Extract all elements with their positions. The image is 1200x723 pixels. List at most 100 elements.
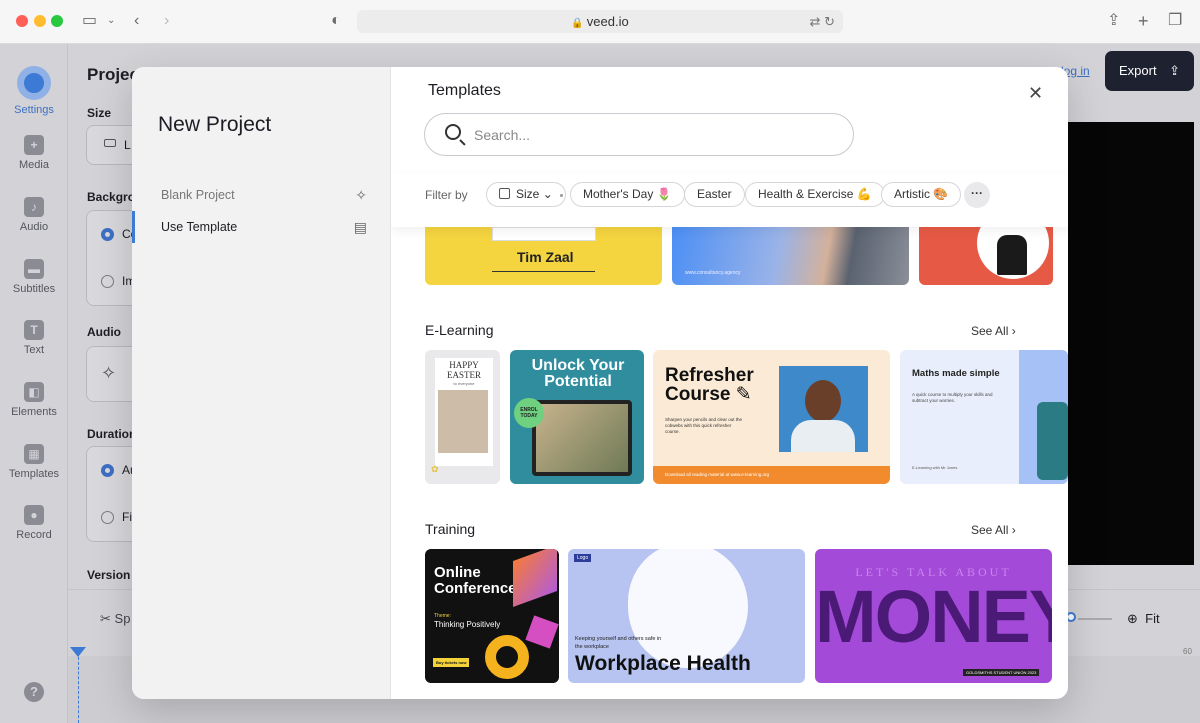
separator-dot (560, 194, 563, 197)
template-card[interactable]: Logo Keeping yourself and others safe in… (568, 549, 805, 683)
rail-templates[interactable]: ▦ Templates (0, 444, 68, 480)
duration-fixed-radio[interactable] (101, 511, 114, 524)
theme-label: Theme: (434, 613, 451, 619)
rail-record[interactable]: ● Record (0, 505, 68, 541)
close-window-button[interactable] (16, 15, 28, 27)
use-template-option[interactable]: Use Template ▤ (132, 211, 391, 243)
chevron-right-icon: › (1011, 523, 1016, 537)
fit-button[interactable]: ⊕ Fit (1127, 611, 1160, 627)
health-exercise-chip[interactable]: Health & Exercise 💪 (745, 182, 885, 207)
easter-photo (438, 390, 488, 453)
easter-chip[interactable]: Easter (684, 182, 745, 207)
translate-reload-icon[interactable]: ⇄ ↻ (810, 10, 835, 33)
maximize-window-button[interactable] (51, 15, 63, 27)
timeline-marker: 60 (1183, 647, 1192, 656)
template-card[interactable]: Tim Zaal (425, 217, 662, 285)
refresher-title: Refresher Course ✎ (665, 365, 754, 405)
left-rail: Settings + Media ♪ Audio ▬ Subtitles T Text … (0, 44, 68, 723)
minimize-window-button[interactable] (34, 15, 46, 27)
template-card[interactable]: Online Conference Theme: Thinking Positi… (425, 549, 559, 683)
tabs-overview-icon[interactable]: ❐ (1168, 12, 1182, 30)
subtitles-icon: ▬ (24, 259, 44, 279)
artistic-chip[interactable]: Artistic 🎨 (881, 182, 962, 207)
use-template-label: Use Template (161, 220, 238, 234)
chevron-right-icon: › (1011, 324, 1016, 338)
rail-label: Templates (8, 468, 60, 480)
forward-arrow-icon[interactable]: › (164, 12, 169, 30)
chip-label: Artistic 🎨 (894, 187, 949, 201)
chevron-down-icon[interactable]: ⌄ (107, 12, 115, 30)
address-bar[interactable]: 🔒 veed.io ⇄ ↻ (357, 10, 843, 33)
person-shoulders (791, 420, 855, 452)
chip-label: Health & Exercise 💪 (758, 187, 872, 201)
upload-icon: ⇪ (1169, 63, 1180, 78)
templates-icon: ▦ (24, 444, 44, 464)
sparkle-icon: ✧ (355, 187, 367, 203)
duration-label: Duration (87, 427, 137, 441)
back-arrow-icon[interactable]: ‹ (134, 12, 139, 30)
refresher-body: Sharpen your pencils and clear out the c… (665, 417, 743, 434)
search-input[interactable] (474, 124, 834, 146)
see-all-e-learning[interactable]: See All › (971, 324, 1016, 338)
playhead[interactable] (70, 647, 86, 657)
search-icon (445, 124, 461, 140)
rail-subtitles[interactable]: ▬ Subtitles (0, 259, 68, 295)
calculator-panel (1019, 350, 1068, 484)
size-icon (499, 188, 510, 199)
more-filters-button[interactable]: ··· (964, 182, 990, 208)
template-card[interactable]: www.consultancy.agency (672, 217, 909, 285)
split-button[interactable]: ✂ Sp (100, 611, 130, 627)
rail-label: Elements (11, 406, 57, 418)
template-search[interactable] (424, 113, 854, 156)
video-preview (1068, 122, 1194, 565)
lock-icon: 🔒 (571, 18, 584, 29)
template-card[interactable]: Refresher Course ✎ Sharpen your pencils … (653, 350, 890, 484)
union-badge: GOLDSMITHS STUDENT UNION 2023 (963, 669, 1040, 676)
card-url: www.consultancy.agency (685, 270, 741, 276)
calculator-icon (1037, 402, 1068, 480)
mothers-day-chip[interactable]: Mother's Day 🌷 (570, 182, 685, 207)
laptop-photo (536, 404, 628, 472)
laptop-screen (532, 400, 632, 476)
close-icon[interactable]: ✕ (1028, 83, 1043, 104)
template-card[interactable]: LET'S TALK ABOUT MONEY GOLDSMITHS STUDEN… (815, 549, 1052, 683)
export-label: Export (1119, 63, 1157, 78)
playhead-line (78, 657, 79, 723)
rail-audio[interactable]: ♪ Audio (0, 197, 68, 233)
export-button[interactable]: Export ⇪ (1105, 51, 1194, 91)
section-title-e-learning: E-Learning (425, 322, 494, 338)
underline (492, 271, 595, 272)
fit-label: Fit (1145, 611, 1160, 626)
new-tab-icon[interactable]: + (1138, 12, 1149, 30)
sidebar-toggle-icon[interactable]: ▭ (82, 12, 97, 30)
filter-chips: Size ⌄ Mother's Day 🌷 Easter Health & Ex… (391, 180, 1068, 210)
rail-elements[interactable]: ◧ Elements (0, 382, 68, 418)
photo-placeholder (492, 227, 596, 241)
template-card[interactable]: Unlock Your Potential ENROL TODAY (510, 350, 644, 484)
shield-icon[interactable]: ◐ (331, 12, 341, 30)
zoom-in-icon: ⊕ (1127, 611, 1138, 626)
duration-auto-radio[interactable] (101, 464, 114, 477)
template-card[interactable] (919, 217, 1053, 285)
template-card[interactable]: HAPPY EASTER to everyone ✿ (425, 350, 500, 484)
flower-icon: ✿ (431, 464, 439, 474)
chevron-down-icon: ⌄ (542, 187, 553, 201)
version-label: Version I (87, 568, 138, 582)
zoom-slider-track[interactable] (1078, 618, 1112, 620)
share-icon[interactable]: ⇪ (1107, 12, 1120, 30)
card-name: Tim Zaal (517, 249, 574, 265)
template-card[interactable]: Maths made simple A quick course to mult… (900, 350, 1068, 484)
theme-value: Thinking Positively (434, 620, 501, 629)
rail-settings[interactable]: Settings (0, 66, 68, 116)
background-image-radio[interactable] (101, 275, 114, 288)
help-icon[interactable]: ? (24, 682, 44, 702)
blank-project-option[interactable]: Blank Project ✧ (132, 179, 391, 211)
rail-media[interactable]: + Media (0, 135, 68, 171)
workplace-title: Workplace Health (575, 652, 751, 675)
see-all-training[interactable]: See All › (971, 523, 1016, 537)
rail-text[interactable]: T Text (0, 320, 68, 356)
modal-sidebar: New Project Blank Project ✧ Use Template… (132, 67, 391, 699)
url-text: veed.io (586, 14, 629, 29)
background-color-radio[interactable] (101, 228, 114, 241)
size-filter-chip[interactable]: Size ⌄ (486, 182, 566, 207)
